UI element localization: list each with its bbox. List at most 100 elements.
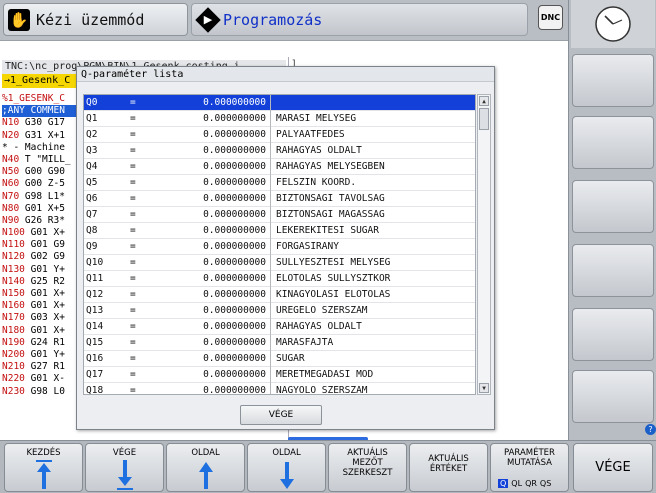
nc-line-number: N190: [2, 336, 25, 348]
softkey-end[interactable]: VÉGE: [85, 443, 164, 492]
q-param-name: Q9: [86, 241, 98, 252]
table-row[interactable]: Q6 = 0.000000000 BIZTONSAGI TAVOLSAG: [84, 191, 475, 207]
nc-line-text: G27 R1: [24, 361, 65, 373]
vertical-softkey-5[interactable]: [572, 308, 654, 361]
nc-line[interactable]: N40 T "MILL_: [2, 154, 82, 166]
nc-line-text: G26 R3*: [19, 214, 65, 226]
nc-line[interactable]: N110 G01 G9: [2, 239, 82, 251]
nc-line[interactable]: N70 G98 L1*: [2, 191, 82, 203]
q-param-equals: =: [130, 145, 136, 156]
table-row[interactable]: Q12 = 0.000000000 KINAGYOLASI ELOTOLAS: [84, 287, 475, 303]
table-row[interactable]: Q5 = 0.000000000 FELSZIN KOORD.: [84, 175, 475, 191]
softkey-page-up[interactable]: OLDAL: [166, 443, 245, 492]
nc-line[interactable]: N120 G02 G9: [2, 251, 82, 263]
q-param-comment: [272, 95, 475, 110]
dialog-end-button[interactable]: VÉGE: [240, 405, 322, 425]
q-param-equals: =: [130, 369, 136, 380]
help-icon[interactable]: ?: [645, 424, 656, 435]
table-row[interactable]: Q11 = 0.000000000 ELOTOLAS SULLYSZTKOR: [84, 271, 475, 287]
q-param-value: 0.000000000: [203, 321, 266, 332]
table-row[interactable]: Q2 = 0.000000000 PALYAATFEDES: [84, 127, 475, 143]
q-param-equals: =: [130, 321, 136, 332]
nc-line[interactable]: N50 G00 G90: [2, 166, 82, 178]
nc-line[interactable]: N200 G01 Y+: [2, 349, 82, 361]
nc-line[interactable]: N20 G31 X+1: [2, 130, 82, 142]
nc-line-text: G00 G90: [19, 166, 65, 178]
table-row[interactable]: Q14 = 0.000000000 RAHAGYAS OLDALT: [84, 319, 475, 335]
horizontal-softkey-bar: KEZDÉS VÉGE OLDAL OLDAL AKTUÁLIS MEZŐT S…: [0, 440, 656, 493]
vertical-softkey-4[interactable]: [572, 244, 654, 297]
q-param-name: Q7: [86, 209, 98, 220]
nc-line[interactable]: N150 G01 X+: [2, 288, 82, 300]
nc-line[interactable]: N140 G25 R2: [2, 276, 82, 288]
manual-mode-title: Kézi üzemmód: [36, 10, 145, 29]
nc-line[interactable]: N210 G27 R1: [2, 361, 82, 373]
q-param-value: 0.000000000: [203, 337, 266, 348]
table-row[interactable]: Q8 = 0.000000000 LEKEREKITESI SUGAR: [84, 223, 475, 239]
nc-line[interactable]: N230 G98 L0: [2, 386, 82, 398]
nc-line-text: T "MILL_: [19, 153, 71, 165]
q-param-comment: PALYAATFEDES: [276, 129, 345, 140]
vertical-softkey-1[interactable]: [572, 54, 654, 107]
softkey-current-value[interactable]: AKTUÁLIS ÉRTÉKET: [409, 443, 488, 492]
nc-line[interactable]: N220 G01 X-: [2, 373, 82, 385]
table-row[interactable]: Q15 = 0.000000000 MARASFAJTA: [84, 335, 475, 351]
vertical-softkey-6[interactable]: [572, 370, 654, 423]
nc-line[interactable]: N100 G01 X+: [2, 227, 82, 239]
table-row[interactable]: Q18 = 0.000000000 NAGYOLO SZERSZAM: [84, 383, 475, 394]
nc-line[interactable]: N160 G01 X+: [2, 300, 82, 312]
table-row[interactable]: Q9 = 0.000000000 FORGASIRANY: [84, 239, 475, 255]
q-param-equals: =: [130, 97, 136, 108]
softkey-end-label: VÉGE: [112, 448, 137, 458]
q-param-comment: FORGASIRANY: [276, 241, 339, 252]
nc-line-number: N140: [2, 275, 25, 287]
vertical-softkey-3[interactable]: [572, 180, 654, 233]
scroll-thumb[interactable]: [479, 108, 489, 130]
table-row[interactable]: Q0 = 0.000000000: [84, 95, 475, 111]
nc-line[interactable]: N60 G00 Z-5: [2, 178, 82, 190]
dnc-button[interactable]: DNC: [538, 5, 563, 30]
nc-line-number: N200: [2, 348, 25, 360]
table-row[interactable]: Q16 = 0.000000000 SUGAR: [84, 351, 475, 367]
q-param-value: 0.000000000: [203, 209, 266, 220]
nc-line[interactable]: N130 G01 Y+: [2, 264, 82, 276]
softkey-begin[interactable]: KEZDÉS: [4, 443, 83, 492]
nc-program-lines: %1_GESENK_C ;ANY COMMEN N10 G30 G17 N20 G31…: [2, 93, 82, 398]
softkey-parameter-display[interactable]: PARAMÉTER MUTATÁSA Q QL QR QS: [490, 443, 569, 492]
nc-line-number: N180: [2, 324, 25, 336]
table-row[interactable]: Q7 = 0.000000000 BIZTONSAGI MAGASSAG: [84, 207, 475, 223]
nc-line[interactable]: N80 G01 X+5: [2, 203, 82, 215]
nc-line-text: G00 Z-5: [19, 178, 65, 190]
nc-line[interactable]: %1_GESENK_C: [2, 93, 82, 105]
table-row[interactable]: Q17 = 0.000000000 MERETMEGADASI MOD: [84, 367, 475, 383]
scroll-down-icon[interactable]: ▼: [479, 383, 489, 393]
table-row[interactable]: Q13 = 0.000000000 UREGELO SZERSZAM: [84, 303, 475, 319]
nc-line[interactable]: N170 G03 X+: [2, 312, 82, 324]
scroll-up-icon[interactable]: ▲: [479, 96, 489, 106]
nc-line[interactable]: N10 G30 G17: [2, 117, 82, 129]
table-row[interactable]: Q3 = 0.000000000 RAHAGYAS OLDALT: [84, 143, 475, 159]
softkey-exit[interactable]: VÉGE: [573, 443, 653, 492]
q-param-name: Q10: [86, 257, 104, 268]
q-param-equals: =: [130, 353, 136, 364]
q-param-equals: =: [130, 177, 136, 188]
nc-line[interactable]: N180 G01 X+: [2, 325, 82, 337]
tab-programming-mode[interactable]: ▶ Programozás: [191, 3, 528, 36]
nc-line[interactable]: ;ANY COMMEN: [2, 105, 82, 118]
nc-line[interactable]: * - Machine: [2, 142, 82, 154]
q-param-comment: UREGELO SZERSZAM: [276, 305, 368, 316]
nc-line-number: N100: [2, 227, 25, 239]
q-param-name: Q14: [86, 321, 104, 332]
tab-manual-mode[interactable]: ✋ Kézi üzemmód: [3, 3, 188, 36]
softkey-edit-current-field[interactable]: AKTUÁLIS MEZŐT SZERKESZT: [328, 443, 407, 492]
table-row[interactable]: Q4 = 0.000000000 RAHAGYAS MELYSEGBEN: [84, 159, 475, 175]
q-param-comment: SUGAR: [276, 353, 305, 364]
vertical-scrollbar[interactable]: ▲ ▼: [477, 94, 491, 395]
vertical-softkey-2[interactable]: [572, 116, 654, 169]
table-row[interactable]: Q10 = 0.000000000 SULLYESZTESI MELYSEG: [84, 255, 475, 271]
nc-line[interactable]: N190 G24 R1: [2, 337, 82, 349]
active-program-tab[interactable]: →1_Gesenk_C: [2, 74, 80, 88]
table-row[interactable]: Q1 = 0.000000000 MARASI MELYSEG: [84, 111, 475, 127]
nc-line[interactable]: N90 G26 R3*: [2, 215, 82, 227]
softkey-page-down[interactable]: OLDAL: [247, 443, 326, 492]
